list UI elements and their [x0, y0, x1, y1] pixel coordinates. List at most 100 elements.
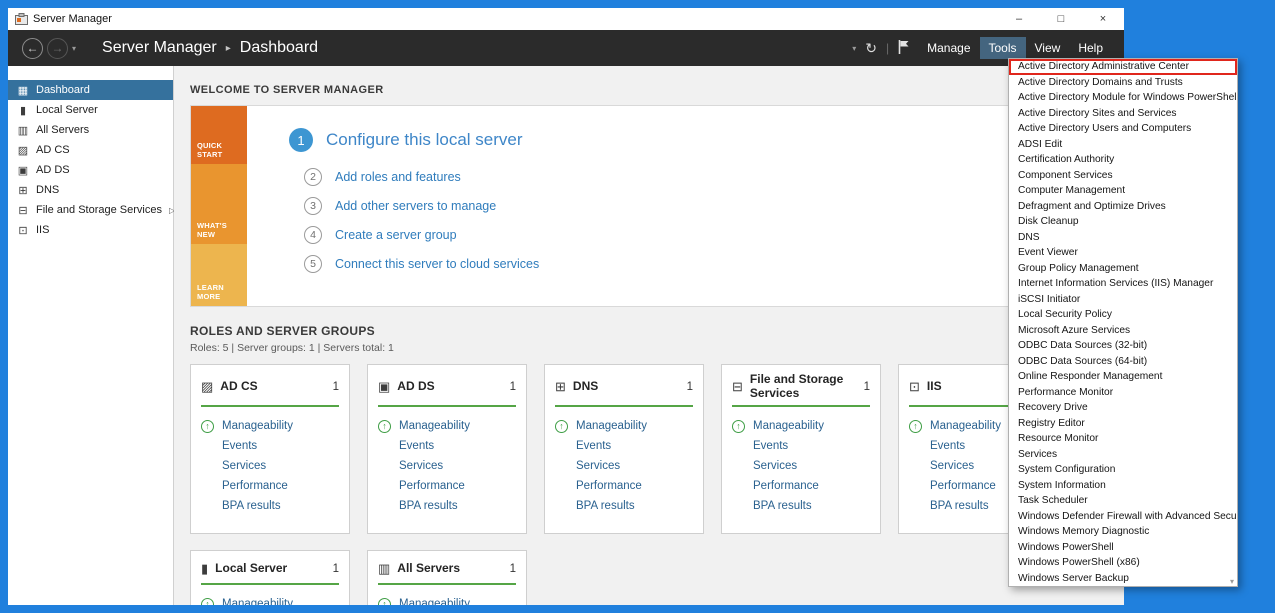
card-row-services[interactable]: Services [201, 456, 339, 476]
sidebar-item-ad-ds[interactable]: ▣AD DS [8, 160, 173, 180]
card-title[interactable]: DNS [573, 380, 598, 394]
tools-menu-item-event-viewer[interactable]: Event Viewer [1009, 245, 1237, 261]
tools-menu-item-active-directory-domains-and-trusts[interactable]: Active Directory Domains and Trusts [1009, 75, 1237, 91]
menu-manage[interactable]: Manage [918, 37, 979, 59]
step-add-other-servers-to-manage[interactable]: 3Add other servers to manage [304, 197, 1094, 215]
tools-menu-item-resource-monitor[interactable]: Resource Monitor [1009, 431, 1237, 447]
tools-menu-item-performance-monitor[interactable]: Performance Monitor [1009, 385, 1237, 401]
card-row-bpa-results[interactable]: BPA results [378, 496, 516, 516]
card-row-services[interactable]: Services [732, 456, 870, 476]
card-row-performance[interactable]: Performance [732, 476, 870, 496]
tools-menu-item-windows-server-backup[interactable]: Windows Server Backup [1009, 571, 1237, 587]
card-row-manageability[interactable]: ↑Manageability [555, 416, 693, 436]
back-button[interactable]: ← [22, 38, 43, 59]
refresh-icon[interactable]: ↻ [865, 40, 877, 57]
breadcrumb-root[interactable]: Server Manager [102, 39, 217, 57]
card-row-bpa-results[interactable]: BPA results [732, 496, 870, 516]
card-row-performance[interactable]: Performance [378, 476, 516, 496]
sidebar-item-all-servers[interactable]: ▥All Servers [8, 120, 173, 140]
tools-menu-item-online-responder-management[interactable]: Online Responder Management [1009, 369, 1237, 385]
tools-menu-item-defragment-and-optimize-drives[interactable]: Defragment and Optimize Drives [1009, 199, 1237, 215]
tools-menu-item-active-directory-administrative-center[interactable]: Active Directory Administrative Center [1009, 59, 1237, 75]
tools-menu-item-adsi-edit[interactable]: ADSI Edit [1009, 137, 1237, 153]
card-row-performance[interactable]: Performance [555, 476, 693, 496]
sidebar-item-local-server[interactable]: ▮Local Server [8, 100, 173, 120]
tools-menu-item-computer-management[interactable]: Computer Management [1009, 183, 1237, 199]
tools-menu-item-odbc-data-sources-64-bit[interactable]: ODBC Data Sources (64-bit) [1009, 354, 1237, 370]
step-create-a-server-group[interactable]: 4Create a server group [304, 226, 1094, 244]
tools-menu-item-odbc-data-sources-32-bit[interactable]: ODBC Data Sources (32-bit) [1009, 338, 1237, 354]
step-connect-this-server-to-cloud-services[interactable]: 5Connect this server to cloud services [304, 255, 1094, 273]
tools-menu-item-disk-cleanup[interactable]: Disk Cleanup [1009, 214, 1237, 230]
tile-what-s-new[interactable]: WHAT'S NEW [191, 164, 247, 244]
close-button[interactable]: × [1082, 8, 1124, 30]
tools-menu-item-certification-authority[interactable]: Certification Authority [1009, 152, 1237, 168]
card-row-manageability[interactable]: ↑Manageability [201, 416, 339, 436]
card-title[interactable]: AD DS [397, 380, 434, 394]
maximize-button[interactable]: □ [1040, 8, 1082, 30]
card-title[interactable]: IIS [927, 380, 942, 394]
tools-menu-item-local-security-policy[interactable]: Local Security Policy [1009, 307, 1237, 323]
card-title[interactable]: Local Server [215, 562, 287, 576]
card-row-label: Events [930, 440, 965, 452]
minimize-button[interactable]: – [998, 8, 1040, 30]
card-row-manageability[interactable]: ↑Manageability [201, 594, 339, 605]
card-row-bpa-results[interactable]: BPA results [201, 496, 339, 516]
menu-view[interactable]: View [1026, 37, 1070, 59]
tools-menu-item-dns[interactable]: DNS [1009, 230, 1237, 246]
card-header: ▨AD CS1 [201, 371, 339, 403]
card-row-services[interactable]: Services [378, 456, 516, 476]
card-row-events[interactable]: Events [555, 436, 693, 456]
sidebar-item-ad-cs[interactable]: ▨AD CS [8, 140, 173, 160]
card-title[interactable]: All Servers [397, 562, 460, 576]
tools-menu-item-recovery-drive[interactable]: Recovery Drive [1009, 400, 1237, 416]
menu-help[interactable]: Help [1069, 37, 1112, 59]
tile-quick-start[interactable]: QUICK START [191, 106, 247, 164]
card-row-label: Services [576, 460, 620, 472]
card-row-events[interactable]: Events [732, 436, 870, 456]
tools-menu-item-active-directory-sites-and-services[interactable]: Active Directory Sites and Services [1009, 106, 1237, 122]
tools-menu-item-active-directory-users-and-computers[interactable]: Active Directory Users and Computers [1009, 121, 1237, 137]
card-row-services[interactable]: Services [555, 456, 693, 476]
sidebar-item-dns[interactable]: ⊞DNS [8, 180, 173, 200]
tools-menu-item-windows-memory-diagnostic[interactable]: Windows Memory Diagnostic [1009, 524, 1237, 540]
step-configure-this-local-server[interactable]: 1Configure this local server [289, 128, 1094, 152]
notifications-flag-icon[interactable] [898, 40, 909, 57]
tools-menu-item-windows-defender-firewall-with-advanced-security[interactable]: Windows Defender Firewall with Advanced … [1009, 509, 1237, 525]
card-row-manageability[interactable]: ↑Manageability [732, 416, 870, 436]
server-caret-icon[interactable]: ▾ [852, 44, 856, 53]
card-row-bpa-results[interactable]: BPA results [555, 496, 693, 516]
dns-icon: ⊞ [555, 379, 566, 395]
tools-menu-item-component-services[interactable]: Component Services [1009, 168, 1237, 184]
sidebar-item-iis[interactable]: ⊡IIS [8, 220, 173, 240]
card-row-label: Manageability [399, 420, 470, 432]
tools-menu-item-system-configuration[interactable]: System Configuration [1009, 462, 1237, 478]
menu-scroll-down-icon[interactable]: ▾ [1230, 577, 1234, 586]
tile-learn-more[interactable]: LEARN MORE [191, 244, 247, 306]
tools-menu-item-system-information[interactable]: System Information [1009, 478, 1237, 494]
card-title[interactable]: AD CS [220, 380, 257, 394]
forward-button[interactable]: → [47, 38, 68, 59]
sidebar-item-dashboard[interactable]: ▦Dashboard [8, 80, 173, 100]
tools-menu-item-services[interactable]: Services [1009, 447, 1237, 463]
card-row-manageability[interactable]: ↑Manageability [378, 416, 516, 436]
tools-menu-item-windows-powershell-x86[interactable]: Windows PowerShell (x86) [1009, 555, 1237, 571]
tools-menu-item-registry-editor[interactable]: Registry Editor [1009, 416, 1237, 432]
tools-menu-item-task-scheduler[interactable]: Task Scheduler [1009, 493, 1237, 509]
tools-menu-item-microsoft-azure-services[interactable]: Microsoft Azure Services [1009, 323, 1237, 339]
tools-menu-item-iscsi-initiator[interactable]: iSCSI Initiator [1009, 292, 1237, 308]
card-row-events[interactable]: Events [201, 436, 339, 456]
breadcrumb-current: Dashboard [240, 39, 318, 57]
card-row-performance[interactable]: Performance [201, 476, 339, 496]
tools-menu-item-windows-powershell[interactable]: Windows PowerShell [1009, 540, 1237, 556]
card-row-events[interactable]: Events [378, 436, 516, 456]
card-row-manageability[interactable]: ↑Manageability [378, 594, 516, 605]
card-title[interactable]: File and Storage Services [750, 373, 857, 401]
tools-menu-item-active-directory-module-for-windows-powershell[interactable]: Active Directory Module for Windows Powe… [1009, 90, 1237, 106]
menu-tools[interactable]: Tools [980, 37, 1026, 59]
step-add-roles-and-features[interactable]: 2Add roles and features [304, 168, 1094, 186]
sidebar-item-file-and-storage-services[interactable]: ⊟File and Storage Services▷ [8, 200, 173, 220]
tools-menu-item-internet-information-services-iis-manager[interactable]: Internet Information Services (IIS) Mana… [1009, 276, 1237, 292]
tools-menu-item-group-policy-management[interactable]: Group Policy Management [1009, 261, 1237, 277]
history-caret-icon[interactable]: ▾ [72, 44, 76, 53]
